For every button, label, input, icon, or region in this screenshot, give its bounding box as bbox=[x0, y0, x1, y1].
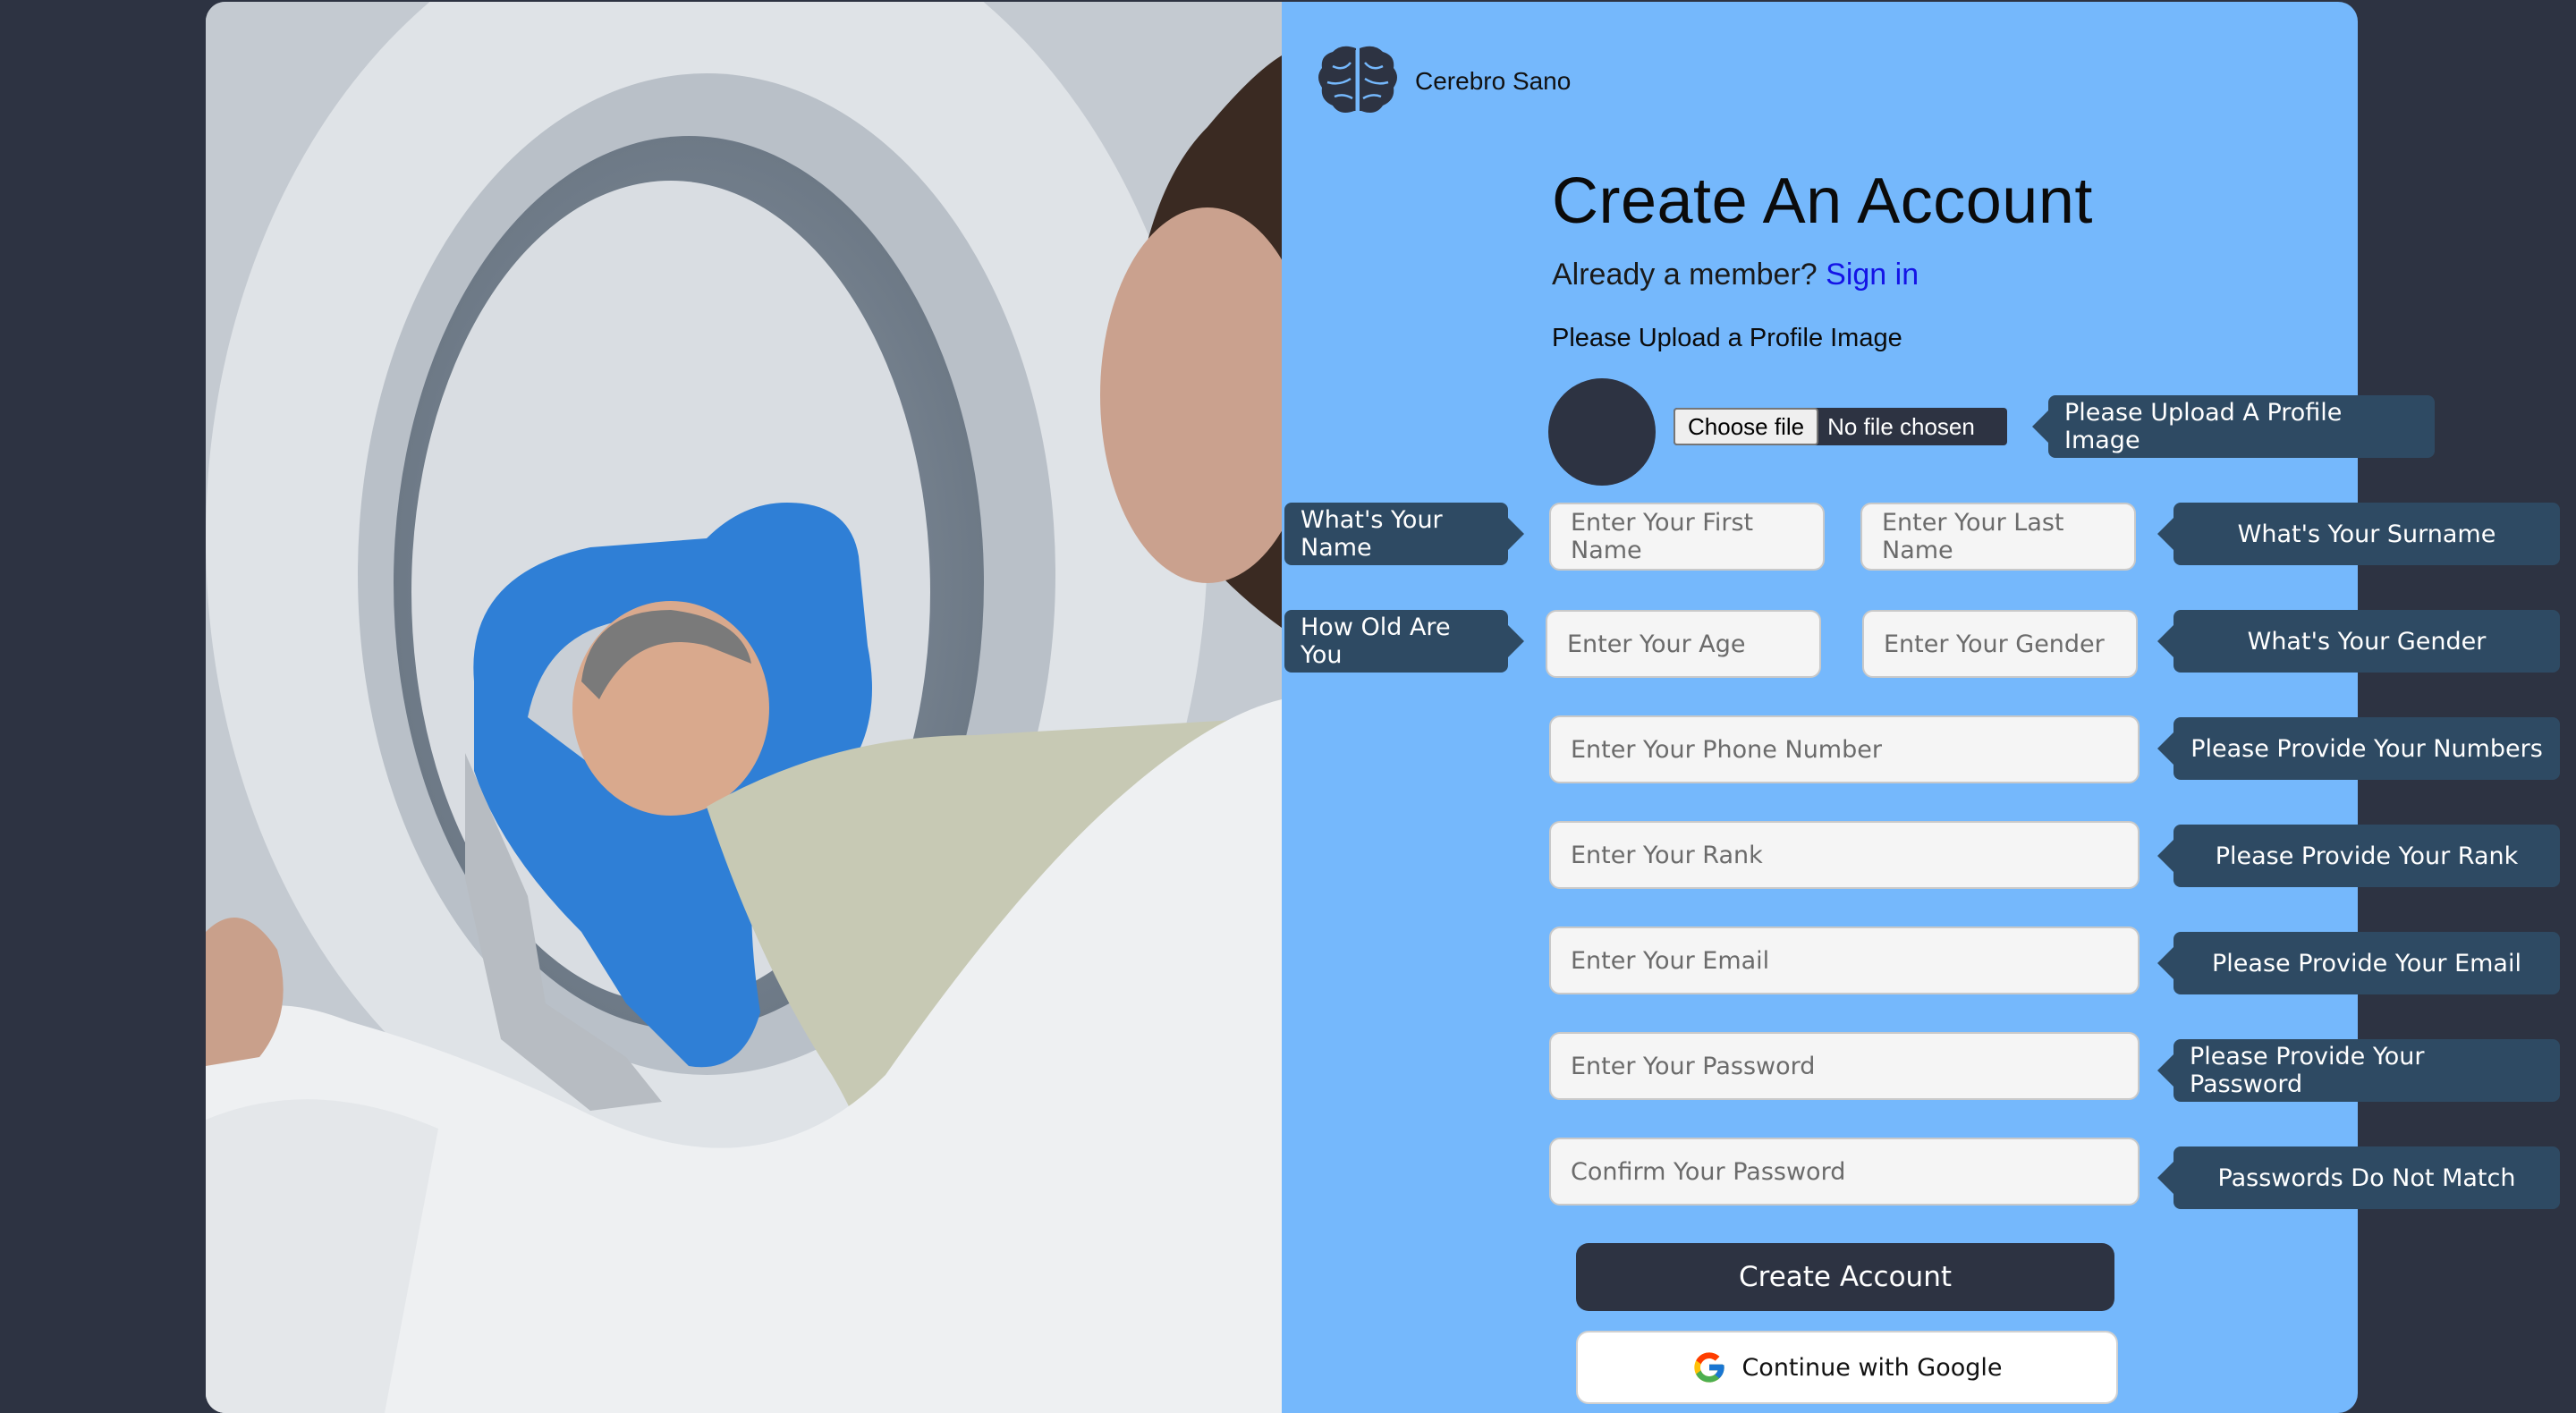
rank-field[interactable]: Enter Your Rank bbox=[1549, 821, 2140, 889]
last-name-field[interactable]: Enter Your Last Name bbox=[1860, 503, 2136, 571]
file-status: No file chosen bbox=[1827, 412, 1975, 440]
google-icon bbox=[1694, 1352, 1725, 1383]
tooltip-surname: What's Your Surname bbox=[2174, 503, 2560, 565]
member-prompt: Already a member? Sign in bbox=[1552, 258, 1919, 292]
create-account-button[interactable]: Create Account bbox=[1576, 1243, 2114, 1311]
page-title: Create An Account bbox=[1552, 165, 2093, 237]
tooltip-name: What's Your Name bbox=[1284, 503, 1508, 565]
tooltip-rank: Please Provide Your Rank bbox=[2174, 825, 2560, 887]
upload-label: Please Upload a Profile Image bbox=[1552, 324, 1902, 352]
tooltip-upload: Please Upload A Profile Image bbox=[2048, 395, 2435, 458]
tooltip-confirm-password: Passwords Do Not Match bbox=[2174, 1146, 2560, 1209]
choose-file-button[interactable]: Choose file bbox=[1674, 408, 1819, 445]
tooltip-password: Please Provide Your Password bbox=[2174, 1039, 2560, 1102]
tooltip-age: How Old Are You bbox=[1284, 610, 1508, 673]
phone-field[interactable]: Enter Your Phone Number bbox=[1549, 715, 2140, 783]
brain-icon bbox=[1318, 46, 1397, 120]
avatar-preview bbox=[1548, 378, 1656, 486]
gender-field[interactable]: Enter Your Gender bbox=[1862, 610, 2138, 678]
tooltip-phone: Please Provide Your Numbers bbox=[2174, 717, 2560, 780]
age-field[interactable]: Enter Your Age bbox=[1546, 610, 1821, 678]
brand: Cerebro Sano bbox=[1315, 41, 1571, 122]
google-button-label: Continue with Google bbox=[1741, 1353, 2003, 1382]
brand-name: Cerebro Sano bbox=[1415, 67, 1572, 95]
profile-image-input[interactable]: Choose file No file chosen bbox=[1674, 408, 2007, 445]
tooltip-email: Please Provide Your Email bbox=[2174, 932, 2560, 994]
password-field[interactable]: Enter Your Password bbox=[1549, 1032, 2140, 1100]
member-prompt-text: Already a member? bbox=[1552, 258, 1818, 292]
mri-scene-illustration bbox=[206, 2, 1282, 1413]
tooltip-gender: What's Your Gender bbox=[2174, 610, 2560, 673]
hero-photo bbox=[206, 2, 1282, 1413]
confirm-password-field[interactable]: Confirm Your Password bbox=[1549, 1138, 2140, 1206]
sign-in-link[interactable]: Sign in bbox=[1826, 258, 1919, 292]
google-signin-button[interactable]: Continue with Google bbox=[1576, 1331, 2118, 1404]
email-field[interactable]: Enter Your Email bbox=[1549, 926, 2140, 994]
first-name-field[interactable]: Enter Your First Name bbox=[1549, 503, 1825, 571]
